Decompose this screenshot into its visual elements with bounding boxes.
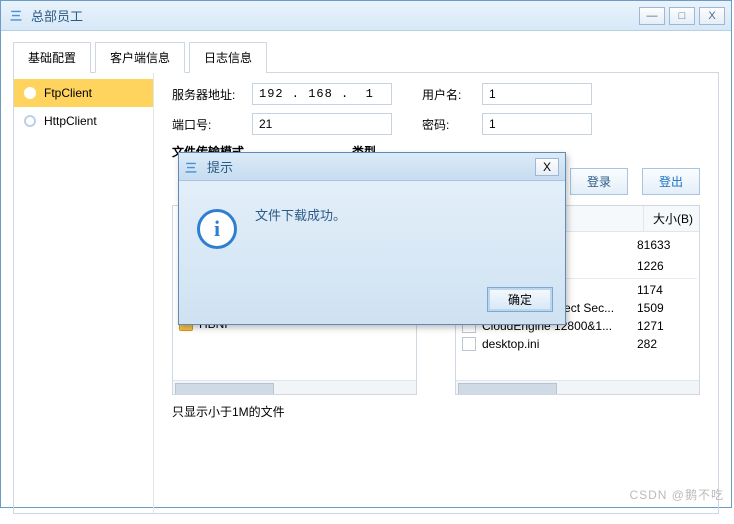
minimize-button[interactable]: — <box>639 7 665 25</box>
server-label: 服务器地址: <box>172 86 252 103</box>
dialog-logo-icon: 三 <box>185 159 201 175</box>
logout-button[interactable]: 登出 <box>642 168 700 195</box>
radio-icon <box>24 115 36 127</box>
dialog-title: 提示 <box>207 157 535 176</box>
sidebar-item-httpclient[interactable]: HttpClient <box>14 107 153 135</box>
watermark: CSDN @鹅不吃 <box>629 486 724 503</box>
client-sidebar: FtpClient HttpClient <box>14 73 154 513</box>
close-button[interactable]: X <box>699 7 725 25</box>
port-label: 端口号: <box>172 116 252 133</box>
user-label: 用户名: <box>422 86 482 103</box>
tab-basic-config[interactable]: 基础配置 <box>13 42 91 73</box>
dialog-ok-button[interactable]: 确定 <box>487 287 553 312</box>
port-input[interactable] <box>252 113 392 135</box>
login-button[interactable]: 登录 <box>570 168 628 195</box>
dialog-close-button[interactable]: X <box>535 158 559 176</box>
scrollbar[interactable] <box>456 380 699 394</box>
dialog-message: 文件下载成功。 <box>255 199 346 224</box>
sidebar-item-ftpclient[interactable]: FtpClient <box>14 79 153 107</box>
tab-log-info[interactable]: 日志信息 <box>189 42 267 73</box>
sidebar-item-label: FtpClient <box>44 86 92 100</box>
title-bar[interactable]: 三 总部员工 — □ X <box>1 1 731 31</box>
table-row: desktop.ini282 <box>458 335 697 353</box>
size-header[interactable]: 大小(B) <box>643 206 699 231</box>
radio-icon <box>24 87 36 99</box>
server-input[interactable] <box>252 83 392 105</box>
file-icon <box>462 337 476 351</box>
dialog-title-bar[interactable]: 三 提示 X <box>179 153 565 181</box>
info-dialog: 三 提示 X i 文件下载成功。 确定 <box>178 152 566 325</box>
sidebar-item-label: HttpClient <box>44 114 97 128</box>
tab-bar: 基础配置 客户端信息 日志信息 <box>13 41 719 73</box>
tab-client-info[interactable]: 客户端信息 <box>95 42 185 73</box>
info-icon: i <box>197 209 237 249</box>
user-input[interactable] <box>482 83 592 105</box>
scrollbar[interactable] <box>173 380 416 394</box>
pass-label: 密码: <box>422 116 482 133</box>
app-logo-icon: 三 <box>7 7 25 25</box>
maximize-button[interactable]: □ <box>669 7 695 25</box>
footer-note: 只显示小于1M的文件 <box>172 403 700 420</box>
pass-input[interactable] <box>482 113 592 135</box>
window-title: 总部员工 <box>31 6 639 25</box>
